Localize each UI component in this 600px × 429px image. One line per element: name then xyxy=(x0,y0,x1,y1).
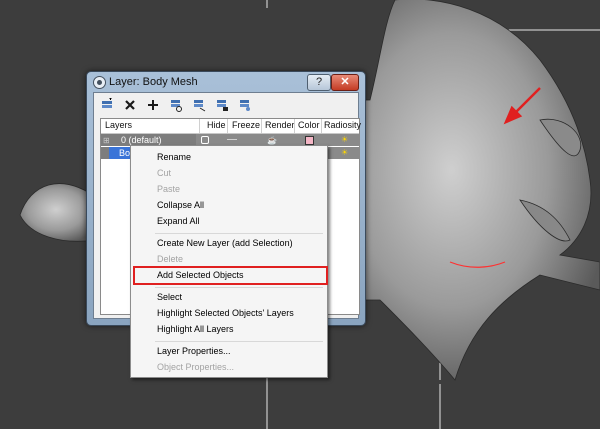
col-layers[interactable]: Layers xyxy=(105,120,132,130)
app-icon xyxy=(93,76,106,89)
add-icon[interactable] xyxy=(144,96,162,114)
col-freeze[interactable]: Freeze xyxy=(232,120,260,130)
context-menu: Rename Cut Paste Collapse All Expand All… xyxy=(130,145,328,378)
delete-icon[interactable] xyxy=(121,96,139,114)
menu-item-rename[interactable]: Rename xyxy=(157,152,191,162)
menu-item-paste[interactable]: Paste xyxy=(157,184,180,194)
col-color[interactable]: Color xyxy=(298,120,320,130)
menu-item-add-selected-objects[interactable]: Add Selected Objects xyxy=(157,270,244,280)
col-render[interactable]: Render xyxy=(265,120,295,130)
menu-separator xyxy=(155,341,323,342)
menu-item-object-properties[interactable]: Object Properties... xyxy=(157,362,234,372)
window-title: Layer: Body Mesh xyxy=(109,76,198,88)
menu-item-highlight-selected-layers[interactable]: Highlight Selected Objects' Layers xyxy=(157,308,294,318)
column-header: Layers Hide Freeze Render Color Radiosit… xyxy=(101,119,361,134)
select-objects-icon[interactable] xyxy=(167,96,185,114)
col-radiosity[interactable]: Radiosity xyxy=(324,120,361,130)
hide-toggle[interactable] xyxy=(201,136,209,144)
menu-item-expand-all[interactable]: Expand All xyxy=(157,216,200,226)
menu-separator xyxy=(155,287,323,288)
menu-item-create-new-layer[interactable]: Create New Layer (add Selection) xyxy=(157,238,293,248)
menu-item-collapse-all[interactable]: Collapse All xyxy=(157,200,204,210)
menu-item-highlight-all-layers[interactable]: Highlight All Layers xyxy=(157,324,234,334)
title-bar[interactable]: Layer: Body Mesh ? ✕ xyxy=(87,72,365,92)
menu-item-delete[interactable]: Delete xyxy=(157,254,183,264)
teapot-icon[interactable]: ☕ xyxy=(267,136,277,145)
radiosity-icon[interactable]: ☀ xyxy=(341,135,348,144)
highlight-layer-icon[interactable] xyxy=(190,96,208,114)
radiosity-icon[interactable]: ☀ xyxy=(341,148,348,157)
hide-all-icon[interactable] xyxy=(213,96,231,114)
new-layer-icon[interactable] xyxy=(98,96,116,114)
menu-item-cut[interactable]: Cut xyxy=(157,168,171,178)
layer-name[interactable]: 0 (default) xyxy=(121,135,162,145)
close-button[interactable]: ✕ xyxy=(331,74,359,91)
freeze-toggle[interactable] xyxy=(227,139,237,140)
expand-icon[interactable]: ⊞ xyxy=(103,136,110,145)
help-button[interactable]: ? xyxy=(307,74,331,91)
layer-color-swatch[interactable] xyxy=(305,136,314,145)
layer-toolbar xyxy=(98,96,254,116)
menu-item-select[interactable]: Select xyxy=(157,292,182,302)
freeze-all-icon[interactable] xyxy=(236,96,254,114)
col-hide[interactable]: Hide xyxy=(207,120,226,130)
menu-item-layer-properties[interactable]: Layer Properties... xyxy=(157,346,231,356)
layer-name[interactable]: Bo xyxy=(119,148,130,158)
menu-separator xyxy=(155,233,323,234)
